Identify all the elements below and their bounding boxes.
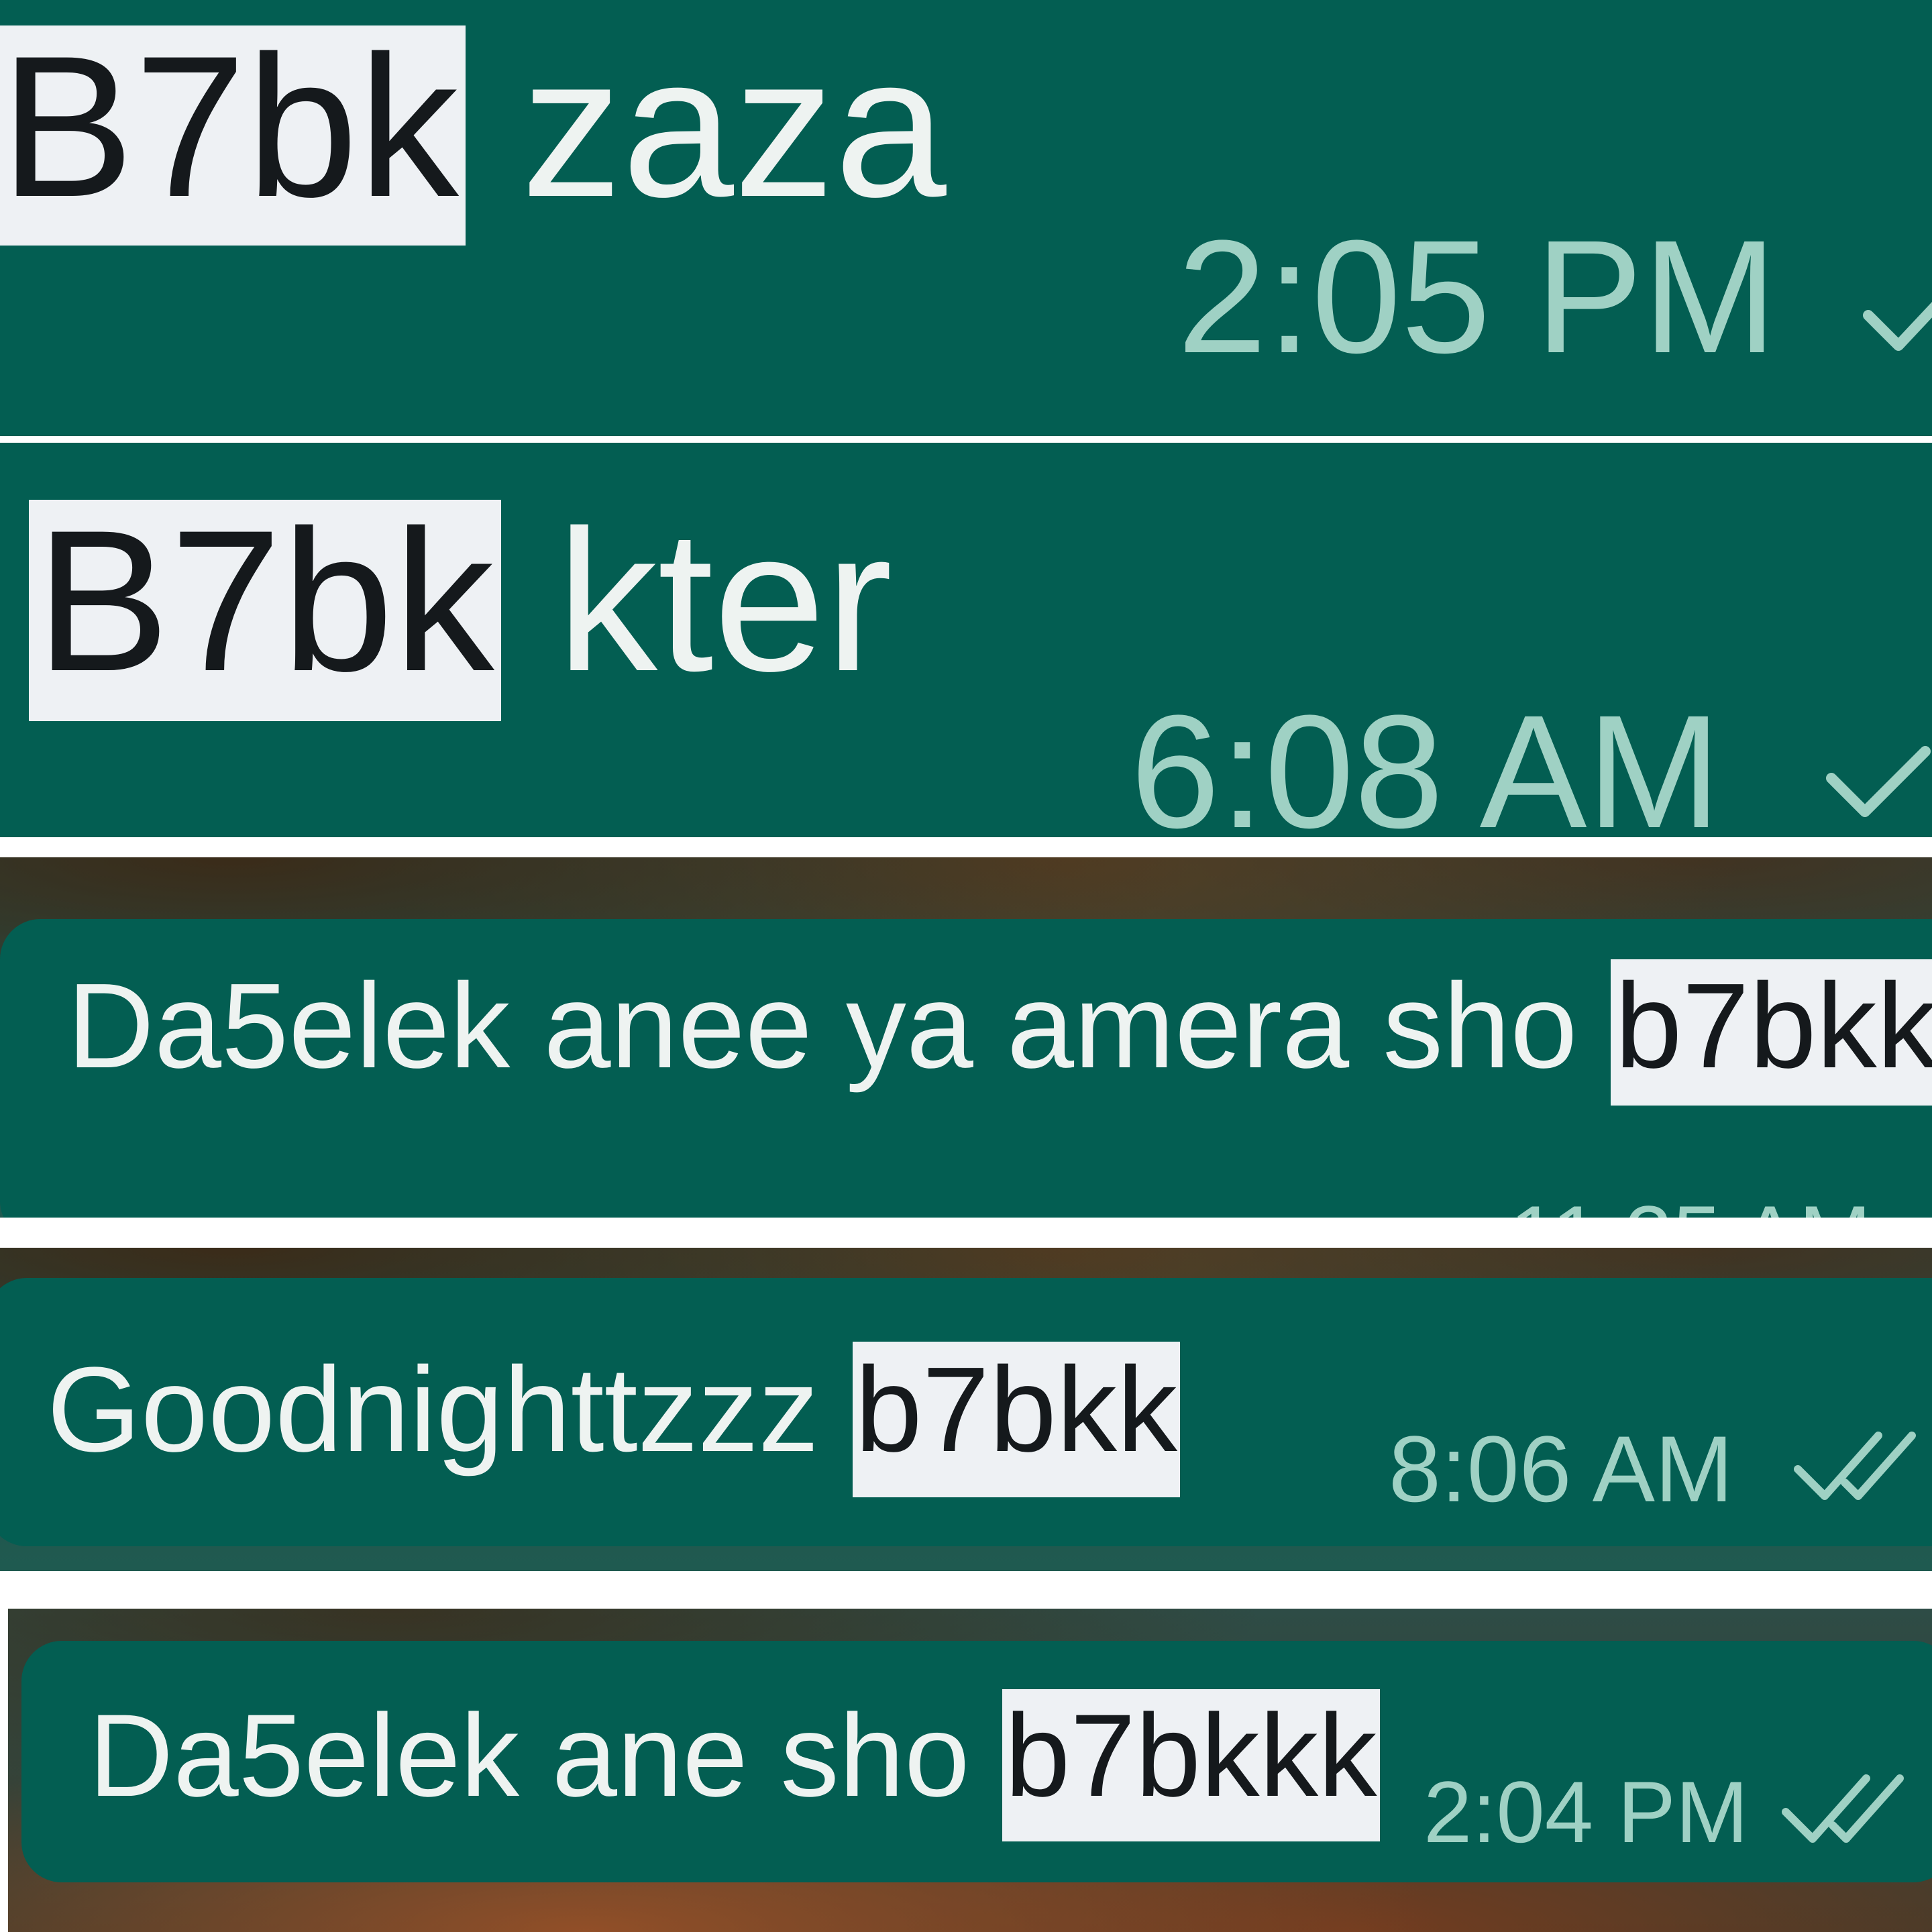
message-bubble-4[interactable]: Goodnighttzzz b7bkk 8:06 AM: [0, 1278, 1932, 1546]
message-strip-1: B7bk zaza 2:05 PM: [0, 0, 1932, 436]
search-highlight: b7bkk: [852, 1342, 1181, 1497]
message-time: 2:05 PM: [1177, 207, 1777, 386]
message-text: Da5elek anee ya amera sho: [67, 959, 1611, 1093]
message-time: 6:08 AM: [1130, 682, 1721, 837]
message-time: 8:06 AM: [1389, 1416, 1733, 1521]
message-text: Da5elek ane sho: [89, 1690, 1003, 1821]
message-line: Goodnighttzzz b7bkk: [47, 1342, 1181, 1497]
message-bubble-2[interactable]: B7bk kter: [29, 500, 892, 721]
message-strip-2: B7bk kter 6:08 AM: [0, 443, 1932, 837]
message-strip-3: Da5elek anee ya amera sho b7bkk 11:25 AM: [0, 857, 1932, 1218]
message-bubble-1[interactable]: B7bk zaza: [0, 25, 947, 246]
message-text: zaza: [465, 13, 947, 239]
message-bubble-3[interactable]: Da5elek anee ya amera sho b7bkk 11:25 AM: [0, 919, 1932, 1218]
search-highlight: b7bkk: [1611, 959, 1932, 1106]
single-check-icon: [1862, 268, 1932, 366]
message-line: Da5elek ane sho b7bkkk: [89, 1689, 1380, 1841]
message-strip-5: Da5elek ane sho b7bkkk 2:04 PM: [8, 1609, 1932, 1932]
message-time: 11:25 AM: [1509, 1193, 1872, 1218]
single-check-icon: [1825, 731, 1932, 828]
double-check-icon: [1791, 1422, 1919, 1513]
search-highlight: b7bkkk: [1002, 1689, 1380, 1841]
search-highlight: B7bk: [0, 25, 466, 246]
message-bubble-5[interactable]: Da5elek ane sho b7bkkk 2:04 PM: [21, 1641, 1932, 1882]
message-line: Da5elek anee ya amera sho b7bkk: [67, 959, 1932, 1106]
search-highlight: B7bk: [29, 500, 501, 721]
message-strip-4: Goodnighttzzz b7bkk 8:06 AM: [0, 1248, 1932, 1571]
message-text: kter: [500, 488, 893, 713]
message-text: Goodnighttzzz: [47, 1342, 853, 1477]
double-check-icon: [1779, 1765, 1907, 1856]
message-time: 2:04 PM: [1424, 1763, 1749, 1861]
